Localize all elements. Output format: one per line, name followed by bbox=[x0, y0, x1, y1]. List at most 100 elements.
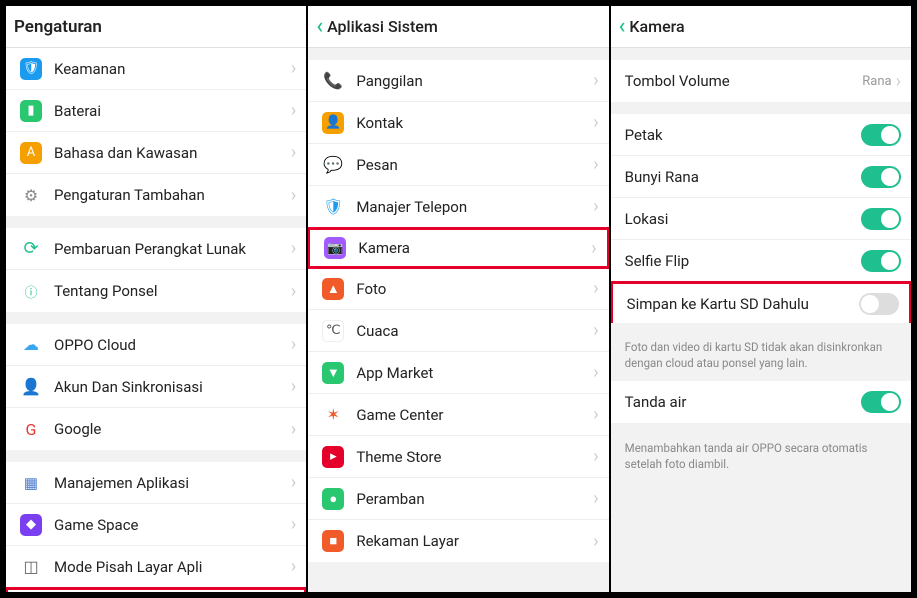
chevron-right-icon: › bbox=[291, 238, 296, 259]
chevron-right-icon: › bbox=[593, 278, 598, 299]
row-google[interactable]: GGoogle› bbox=[6, 408, 306, 450]
header-system-apps[interactable]: ‹ Aplikasi Sistem bbox=[308, 6, 608, 48]
toggle-save-sd-first[interactable] bbox=[859, 293, 899, 315]
row-photos[interactable]: ▲Foto› bbox=[308, 268, 608, 310]
back-icon[interactable]: ‹ bbox=[316, 16, 323, 38]
chevron-right-icon: › bbox=[593, 446, 598, 467]
label: Game Space bbox=[54, 516, 291, 534]
row-oppo-cloud[interactable]: ☁OPPO Cloud› bbox=[6, 324, 306, 366]
chevron-right-icon: › bbox=[291, 334, 296, 355]
toggle-location[interactable] bbox=[861, 208, 901, 230]
settings-panel: Pengaturan 🛡Keamanan›▮Baterai›ABahasa da… bbox=[6, 6, 306, 592]
page-title: Kamera bbox=[629, 17, 684, 36]
row-app-market[interactable]: ▼App Market› bbox=[308, 352, 608, 394]
row-grid[interactable]: Petak bbox=[611, 114, 911, 156]
phone-manager-icon: 🛡 bbox=[322, 196, 344, 218]
software-update-icon: ⟳ bbox=[20, 238, 42, 260]
chevron-right-icon: › bbox=[593, 112, 598, 133]
chevron-right-icon: › bbox=[591, 238, 596, 259]
toggle-grid[interactable] bbox=[861, 124, 901, 146]
calls-icon: 📞 bbox=[322, 70, 344, 92]
row-camera[interactable]: 📷Kamera› bbox=[308, 227, 608, 269]
label: Manajemen Aplikasi bbox=[54, 474, 291, 492]
row-calls[interactable]: 📞 Panggilan› bbox=[308, 60, 608, 102]
row-additional-settings[interactable]: ⚙Pengaturan Tambahan› bbox=[6, 174, 306, 216]
row-volume-button[interactable]: Tombol Volume Rana › bbox=[611, 60, 911, 102]
chevron-right-icon: › bbox=[593, 488, 598, 509]
theme-store-icon: ▸ bbox=[322, 446, 344, 468]
battery-icon: ▮ bbox=[20, 100, 42, 122]
helper-watermark: Menambahkan tanda air OPPO secara otomat… bbox=[611, 435, 911, 482]
chevron-right-icon: › bbox=[291, 281, 296, 302]
chevron-right-icon: › bbox=[291, 472, 296, 493]
row-accounts-sync[interactable]: 👤Akun Dan Sinkronisasi› bbox=[6, 366, 306, 408]
label: Simpan ke Kartu SD Dahulu bbox=[627, 295, 859, 313]
row-system-apps[interactable]: ■Aplikasi Sistem› bbox=[6, 587, 306, 592]
label: Bunyi Rana bbox=[625, 168, 861, 186]
label: Bahasa dan Kawasan bbox=[54, 144, 291, 162]
settings-list[interactable]: 🛡Keamanan›▮Baterai›ABahasa dan Kawasan›⚙… bbox=[6, 48, 306, 592]
toggle-shutter-sound[interactable] bbox=[861, 166, 901, 188]
oppo-cloud-icon: ☁ bbox=[20, 334, 42, 356]
label: Baterai bbox=[54, 102, 291, 120]
row-game-center[interactable]: ✶Game Center› bbox=[308, 394, 608, 436]
messages-icon: 💬 bbox=[322, 154, 344, 176]
row-browser[interactable]: ●Peramban› bbox=[308, 478, 608, 520]
row-contacts[interactable]: 👤Kontak› bbox=[308, 102, 608, 144]
label: Lokasi bbox=[625, 210, 861, 228]
page-title: Pengaturan bbox=[14, 17, 102, 37]
system-apps-list[interactable]: 📞Panggilan›👤Kontak›💬Pesan›🛡Manajer Telep… bbox=[308, 48, 608, 592]
row-about-phone[interactable]: ⓘTentang Ponsel› bbox=[6, 270, 306, 312]
chevron-right-icon: › bbox=[291, 556, 296, 577]
label: Tanda air bbox=[625, 393, 861, 411]
label: Manajer Telepon bbox=[356, 198, 593, 216]
label: Pesan bbox=[356, 156, 593, 174]
row-app-management[interactable]: ▦Manajemen Aplikasi› bbox=[6, 462, 306, 504]
screen-recorder-icon: ■ bbox=[322, 530, 344, 552]
header-settings: Pengaturan bbox=[6, 6, 306, 48]
label: Peramban bbox=[356, 490, 593, 508]
chevron-right-icon: › bbox=[593, 196, 598, 217]
row-software-update[interactable]: ⟳Pembaruan Perangkat Lunak› bbox=[6, 228, 306, 270]
camera-settings-list[interactable]: Tombol Volume Rana › Petak Bunyi Rana Loka… bbox=[611, 48, 911, 592]
camera-settings-panel: ‹ Kamera Tombol Volume Rana › Petak Bunyi… bbox=[611, 6, 911, 592]
row-selfie-flip[interactable]: Selfie Flip bbox=[611, 240, 911, 282]
chevron-right-icon: › bbox=[291, 142, 296, 163]
toggle-selfie-flip[interactable] bbox=[861, 250, 901, 272]
weather-icon: ℃ bbox=[322, 320, 344, 342]
back-icon[interactable]: ‹ bbox=[619, 16, 626, 38]
row-phone-manager[interactable]: 🛡 Manajer Telepon› bbox=[308, 186, 608, 228]
chevron-right-icon: › bbox=[593, 154, 598, 175]
additional-settings-icon: ⚙ bbox=[20, 184, 42, 206]
label: Pengaturan Tambahan bbox=[54, 186, 291, 204]
row-theme-store[interactable]: ▸Theme Store› bbox=[308, 436, 608, 478]
chevron-right-icon: › bbox=[896, 71, 901, 92]
chevron-right-icon: › bbox=[291, 514, 296, 535]
row-shutter-sound[interactable]: Bunyi Rana bbox=[611, 156, 911, 198]
row-battery[interactable]: ▮ Baterai› bbox=[6, 90, 306, 132]
label: Panggilan bbox=[356, 72, 593, 90]
chevron-right-icon: › bbox=[593, 70, 598, 91]
page-title: Aplikasi Sistem bbox=[327, 17, 438, 36]
header-camera[interactable]: ‹ Kamera bbox=[611, 6, 911, 48]
row-screen-recorder[interactable]: ■Rekaman Layar› bbox=[308, 520, 608, 562]
chevron-right-icon: › bbox=[291, 419, 296, 440]
label: Selfie Flip bbox=[625, 252, 861, 270]
label: Kontak bbox=[356, 114, 593, 132]
security-icon: 🛡 bbox=[20, 58, 42, 80]
row-location[interactable]: Lokasi bbox=[611, 198, 911, 240]
photos-icon: ▲ bbox=[322, 278, 344, 300]
row-security[interactable]: 🛡Keamanan› bbox=[6, 48, 306, 90]
row-weather[interactable]: ℃Cuaca› bbox=[308, 310, 608, 352]
row-watermark[interactable]: Tanda air bbox=[611, 381, 911, 423]
row-save-sd-first[interactable]: Simpan ke Kartu SD Dahulu bbox=[611, 281, 911, 323]
toggle-watermark[interactable] bbox=[861, 391, 901, 413]
row-language-region[interactable]: ABahasa dan Kawasan› bbox=[6, 132, 306, 174]
label: Rekaman Layar bbox=[356, 532, 593, 550]
row-game-space[interactable]: ◆Game Space› bbox=[6, 504, 306, 546]
row-messages[interactable]: 💬 Pesan› bbox=[308, 144, 608, 186]
chevron-right-icon: › bbox=[291, 376, 296, 397]
row-split-screen[interactable]: ◫Mode Pisah Layar Apli› bbox=[6, 546, 306, 588]
system-apps-panel: ‹ Aplikasi Sistem 📞Panggilan›👤Kontak›💬Pe… bbox=[308, 6, 608, 592]
chevron-right-icon: › bbox=[291, 100, 296, 121]
